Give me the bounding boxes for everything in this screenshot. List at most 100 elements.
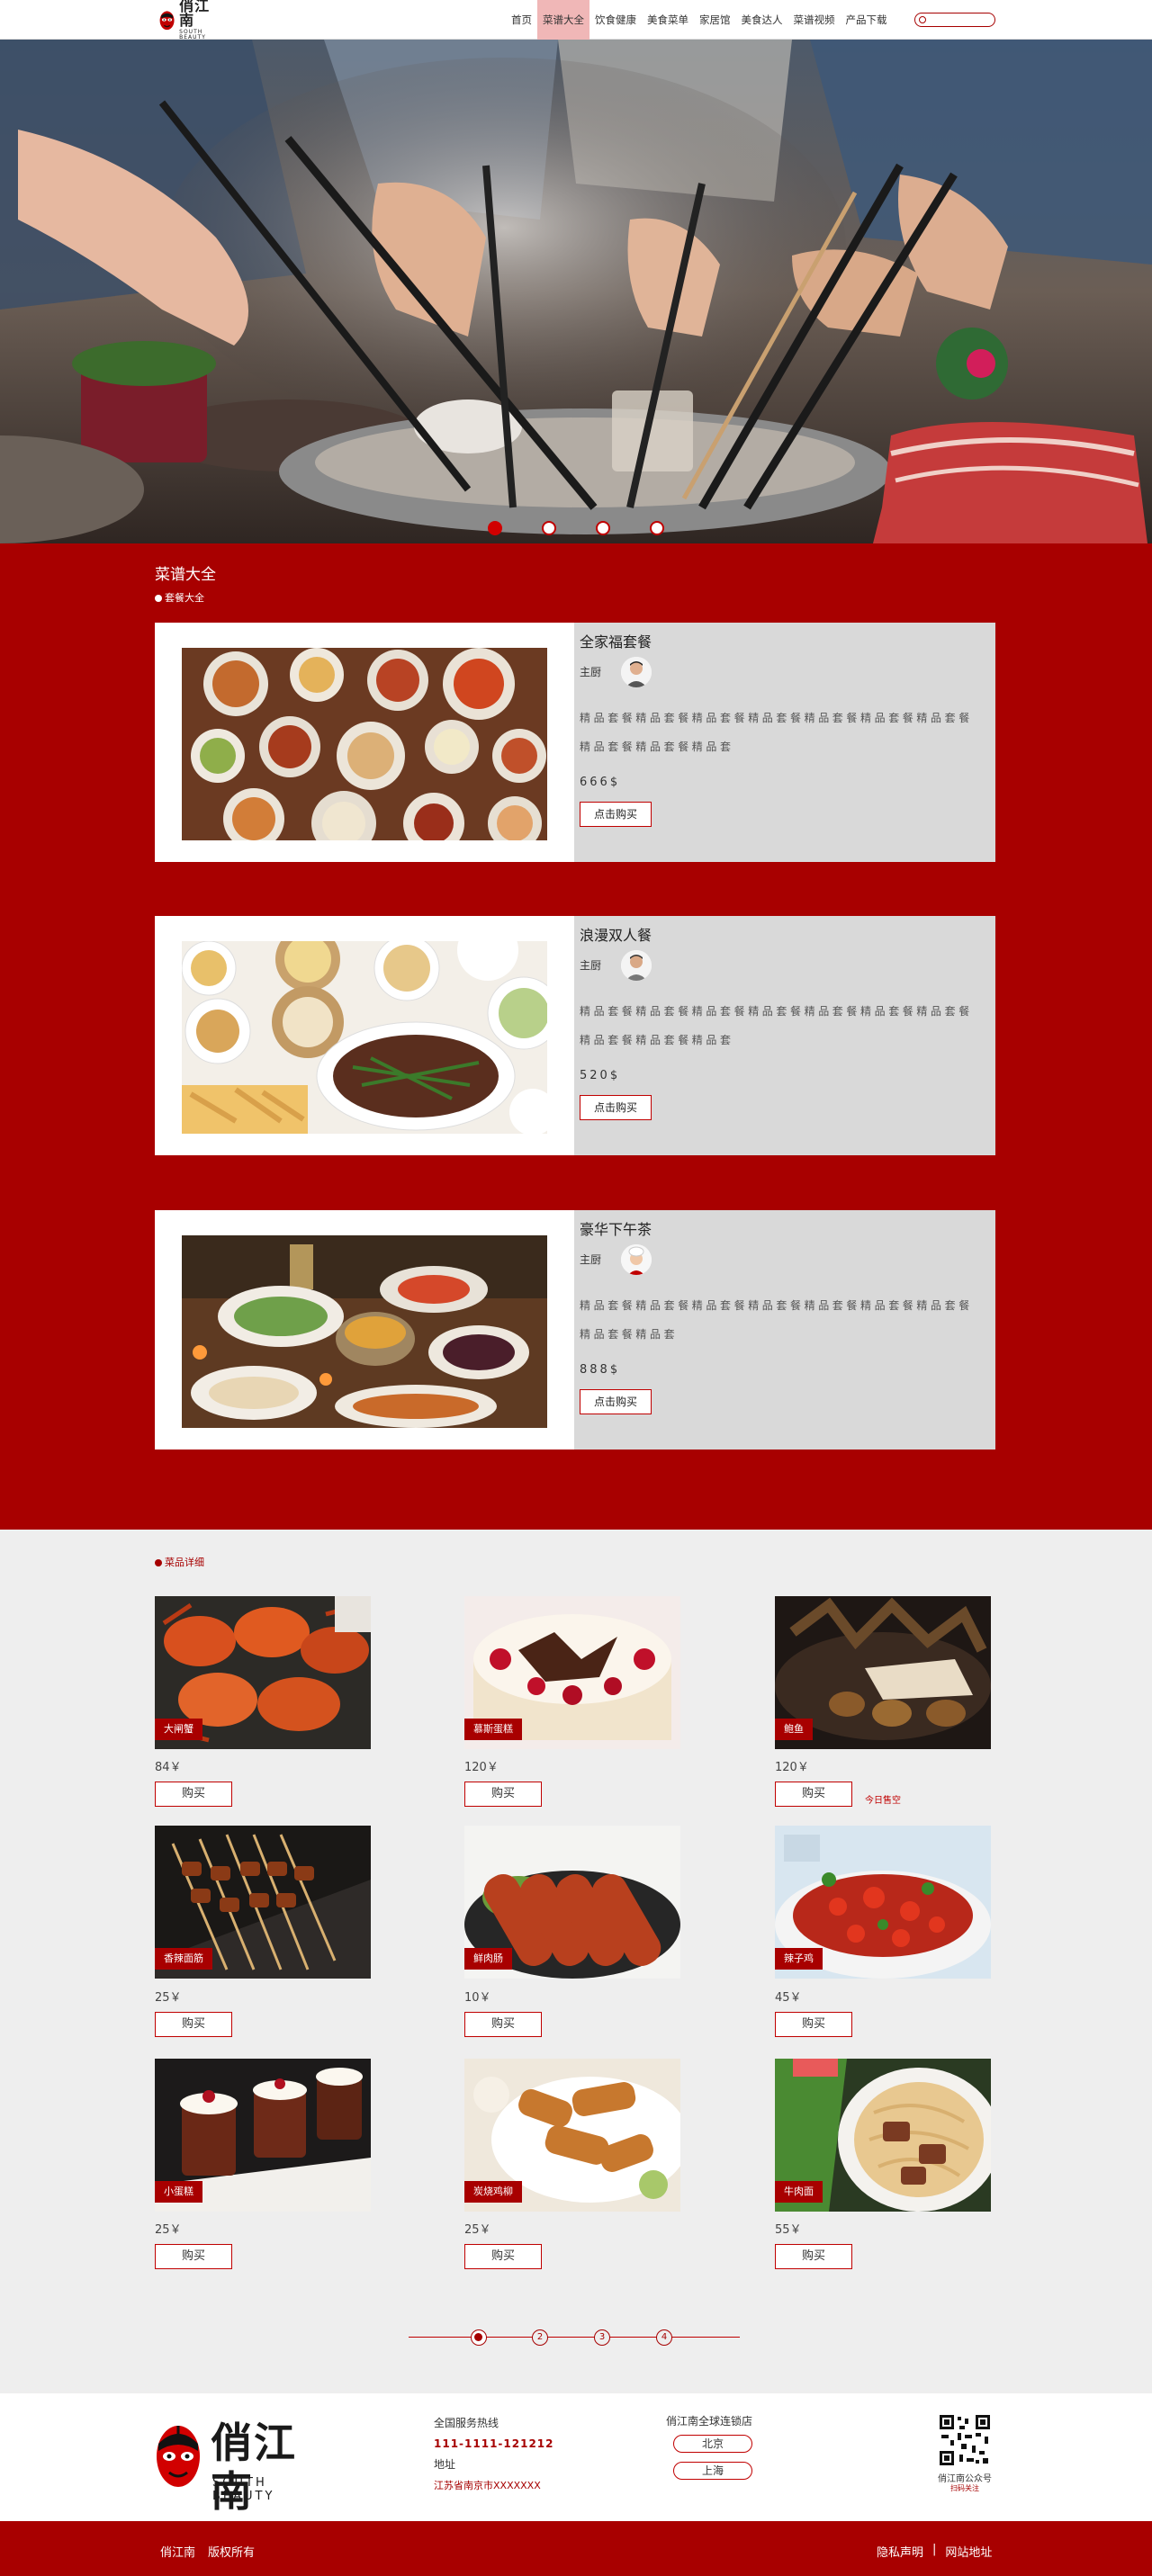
nav-download[interactable]: 产品下载 — [841, 0, 893, 40]
dish-name-label: 慕斯蛋糕 — [464, 1719, 522, 1740]
dish-buy-button[interactable]: 购买 — [155, 2244, 232, 2269]
set-meal-image — [182, 1235, 547, 1428]
dish-name-label: 小蛋糕 — [155, 2181, 202, 2203]
dishes-title-text: 菜品详细 — [165, 1557, 204, 1568]
carousel-dot[interactable] — [542, 521, 556, 535]
buy-now-button[interactable]: 点击购买 — [580, 1095, 652, 1120]
dish-image[interactable]: 小蛋糕 — [155, 2059, 371, 2212]
copyright-text: 版权所有 — [208, 2546, 256, 2560]
carousel-dot[interactable] — [650, 521, 664, 535]
subtitle-text: 套餐大全 — [165, 592, 204, 604]
hotline-label: 全国服务热线 — [434, 2417, 500, 2429]
dish-buy-button[interactable]: 购买 — [775, 1782, 852, 1807]
main-nav: 首页 菜谱大全 饮食健康 美食菜单 家居馆 美食达人 菜谱视频 产品下载 — [506, 0, 893, 40]
city-shanghai-button[interactable]: 上海 — [673, 2462, 752, 2480]
nav-foodies[interactable]: 美食达人 — [736, 0, 788, 40]
qr-code-icon — [938, 2413, 992, 2467]
site-logo[interactable]: 俏江南 SOUTH BEAUTY — [158, 0, 221, 40]
set-meal-card: 浪漫双人餐 主厨 精品套餐精品套餐精品套餐精品套餐精品套餐精品套餐精品套餐精品套… — [155, 916, 995, 1155]
nav-videos[interactable]: 菜谱视频 — [788, 0, 841, 40]
site-address-link[interactable]: 网站地址 — [945, 2543, 992, 2560]
dish-image[interactable]: 慕斯蛋糕 — [464, 1596, 680, 1749]
privacy-link[interactable]: 隐私声明 — [877, 2543, 923, 2560]
chef-avatar — [621, 950, 652, 981]
page-2-button[interactable]: 2 — [532, 2329, 548, 2346]
dish-buy-button[interactable]: 购买 — [775, 2012, 852, 2037]
dish-price: 120￥ — [775, 1761, 809, 1774]
set-meal-description: 精品套餐精品套餐精品套餐精品套餐精品套餐精品套餐精品套餐精品套餐精品套 — [580, 1299, 973, 1341]
dish-image[interactable]: 鲜肉肠 — [464, 1826, 680, 1979]
chef-avatar — [621, 657, 652, 687]
address-label: 地址 — [434, 2458, 456, 2471]
chef-label: 主厨 — [580, 959, 602, 972]
nav-home[interactable]: 首页 — [506, 0, 537, 40]
set-meal-name: 全家福套餐 — [580, 633, 652, 651]
set-meal-name: 浪漫双人餐 — [580, 927, 652, 944]
dish-buy-button[interactable]: 购买 — [464, 1782, 542, 1807]
city-beijing-button[interactable]: 北京 — [673, 2435, 752, 2453]
search-input[interactable] — [914, 13, 995, 27]
dish-price: 10￥ — [464, 1991, 491, 2005]
nav-home-goods[interactable]: 家居馆 — [694, 0, 736, 40]
carousel-dot[interactable] — [488, 521, 502, 535]
chef-label: 主厨 — [580, 1253, 602, 1266]
hotline-number: 111-1111-121212 — [434, 2437, 554, 2450]
dish-buy-button[interactable]: 购买 — [464, 2244, 542, 2269]
dish-price: 120￥ — [464, 1761, 499, 1774]
sold-out-notice: 今日售空 — [865, 1796, 901, 1806]
qr-subcaption: 扫码关注 — [950, 2484, 979, 2492]
pagination-line — [409, 2337, 740, 2338]
section-title: 菜谱大全 — [155, 566, 216, 584]
nav-recipes[interactable]: 菜谱大全 — [537, 0, 590, 40]
dish-price: 45￥ — [775, 1991, 802, 2005]
qr-caption: 俏江南公众号 — [938, 2474, 992, 2484]
set-meal-price: 888$ — [580, 1363, 621, 1377]
carousel-dot[interactable] — [596, 521, 610, 535]
dish-buy-button[interactable]: 购买 — [155, 1782, 232, 1807]
dish-image[interactable]: 牛肉面 — [775, 2059, 991, 2212]
opera-mask-icon — [159, 11, 175, 31]
set-meal-description: 精品套餐精品套餐精品套餐精品套餐精品套餐精品套餐精品套餐精品套餐精品套餐精品套 — [580, 712, 973, 753]
dish-image[interactable]: 炭烧鸡柳 — [464, 2059, 680, 2212]
page-1-button[interactable] — [471, 2329, 487, 2346]
search-icon — [919, 16, 926, 23]
dish-image[interactable]: 香辣面筋 — [155, 1826, 371, 1979]
page-4-button[interactable]: 4 — [656, 2329, 672, 2346]
set-meal-info: 浪漫双人餐 主厨 精品套餐精品套餐精品套餐精品套餐精品套餐精品套餐精品套餐精品套… — [574, 916, 995, 1155]
dish-image[interactable]: 鲍鱼 — [775, 1596, 991, 1749]
page-3-button[interactable]: 3 — [594, 2329, 610, 2346]
set-meal-description: 精品套餐精品套餐精品套餐精品套餐精品套餐精品套餐精品套餐精品套餐精品套餐精品套 — [580, 1005, 973, 1046]
buy-now-button[interactable]: 点击购买 — [580, 1389, 652, 1414]
set-meal-image — [182, 941, 547, 1134]
contact-info: 全国服务热线 111-1111-121212 地址 江苏省南京市XXXXXXX — [434, 2413, 554, 2496]
dish-price: 55￥ — [775, 2223, 802, 2237]
dish-image[interactable]: 大闸蟹 — [155, 1596, 371, 1749]
dish-price: 25￥ — [155, 1991, 182, 2005]
nav-health[interactable]: 饮食健康 — [590, 0, 642, 40]
dish-buy-button[interactable]: 购买 — [464, 2012, 542, 2037]
dish-price: 25￥ — [464, 2223, 491, 2237]
top-nav-bar: 俏江南 SOUTH BEAUTY 首页 菜谱大全 饮食健康 美食菜单 家居馆 美… — [0, 0, 1152, 40]
address-text: 江苏省南京市XXXXXXX — [434, 2480, 541, 2491]
dish-buy-button[interactable]: 购买 — [155, 2012, 232, 2037]
footer-logo: 俏江南 SOUTH BEAUTY — [155, 2417, 331, 2516]
section-subtitle: 套餐大全 — [155, 590, 204, 605]
dish-name-label: 牛肉面 — [775, 2181, 823, 2203]
dish-price: 25￥ — [155, 2223, 182, 2237]
chef-label: 主厨 — [580, 666, 602, 678]
dish-image[interactable]: 辣子鸡 — [775, 1826, 991, 1979]
dishes-section-title: 菜品详细 — [155, 1555, 204, 1569]
set-meal-price: 666$ — [580, 776, 621, 789]
nav-menu[interactable]: 美食菜单 — [642, 0, 694, 40]
dish-price: 84￥ — [155, 1761, 182, 1774]
bottom-bar: 俏江南 版权所有 隐私声明 | 网站地址 — [0, 2521, 1152, 2576]
set-meal-image — [182, 648, 547, 840]
set-meal-info: 全家福套餐 主厨 精品套餐精品套餐精品套餐精品套餐精品套餐精品套餐精品套餐精品套… — [574, 623, 995, 862]
dish-name-label: 香辣面筋 — [155, 1948, 212, 1970]
buy-now-button[interactable]: 点击购买 — [580, 802, 652, 827]
dish-buy-button[interactable]: 购买 — [775, 2244, 852, 2269]
dish-name-label: 辣子鸡 — [775, 1948, 823, 1970]
copyright-brand: 俏江南 — [160, 2546, 196, 2560]
set-meal-info: 豪华下午茶 主厨 精品套餐精品套餐精品套餐精品套餐精品套餐精品套餐精品套餐精品套… — [574, 1210, 995, 1450]
bullet-icon — [155, 1559, 162, 1566]
